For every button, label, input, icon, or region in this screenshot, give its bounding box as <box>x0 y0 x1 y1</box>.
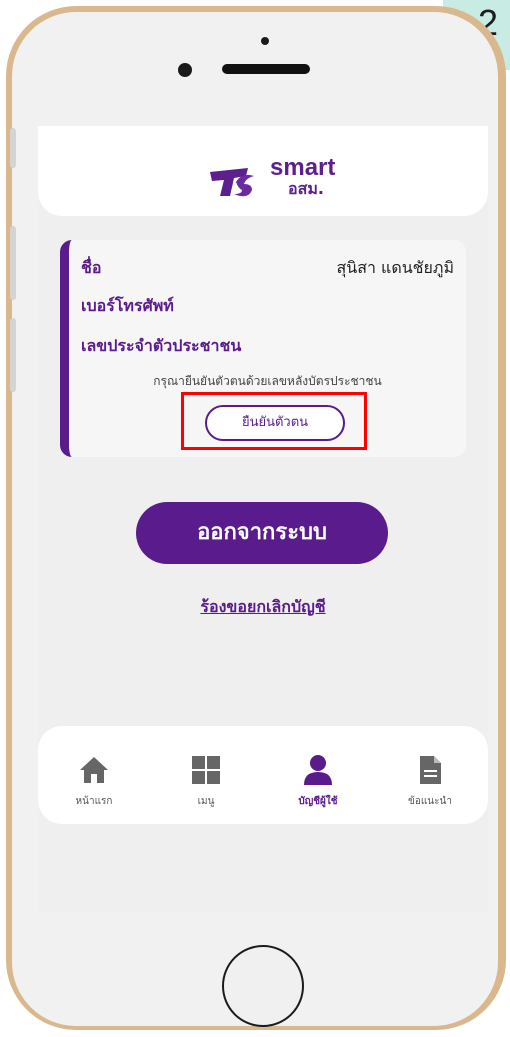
cancel-account-link[interactable]: ร้องขอยกเลิกบัญชี <box>38 595 488 620</box>
highlight-box <box>181 392 367 450</box>
phone-label: เบอร์โทรศัพท์ <box>81 296 174 315</box>
volume-down-button <box>10 318 16 392</box>
home-icon <box>80 757 108 783</box>
logout-button[interactable]: ออกจากระบบ <box>136 502 388 564</box>
nav-label-menu: เมนู <box>197 796 215 807</box>
document-icon <box>420 756 441 784</box>
volume-up-button <box>10 226 16 300</box>
bottom-nav: หน้าแรก เมนู บัญชีผู้ใช้ ข้อแนะนำ <box>38 726 488 824</box>
citizen-id-label: เลขประจำตัวประชาชน <box>81 336 242 355</box>
earpiece-speaker <box>222 64 310 74</box>
nav-item-menu[interactable]: เมนู <box>150 726 262 824</box>
user-icon <box>304 755 332 785</box>
front-camera <box>178 63 192 77</box>
app-screen: smart อสม. ชื่อ สุนิสา แดนชัยภูมิ เบอร์โ… <box>38 126 488 911</box>
nav-label-home: หน้าแรก <box>75 796 113 807</box>
app-header: smart อสม. <box>38 126 488 216</box>
grid-icon <box>192 756 220 784</box>
nav-label-account: บัญชีผู้ใช้ <box>298 796 338 807</box>
nav-item-tips[interactable]: ข้อแนะนำ <box>374 726 486 824</box>
proximity-sensor <box>261 37 269 45</box>
nav-label-tips: ข้อแนะนำ <box>408 796 452 807</box>
nav-item-home[interactable]: หน้าแรก <box>38 726 150 824</box>
profile-card: ชื่อ สุนิสา แดนชัยภูมิ เบอร์โทรศัพท์ เลข… <box>60 240 466 457</box>
verify-hint: กรุณายืนยันตัวตนด้วยเลขหลังบัตรประชาชน <box>153 374 382 388</box>
logo-subtitle: อสม. <box>288 179 324 198</box>
name-label: ชื่อ <box>81 258 102 277</box>
logo-text: smart <box>270 154 336 181</box>
home-hardware-button[interactable] <box>222 945 304 1027</box>
name-value: สุนิสา แดนชัยภูมิ <box>336 258 454 277</box>
nav-item-account[interactable]: บัญชีผู้ใช้ <box>262 726 374 824</box>
mute-switch <box>10 128 16 168</box>
